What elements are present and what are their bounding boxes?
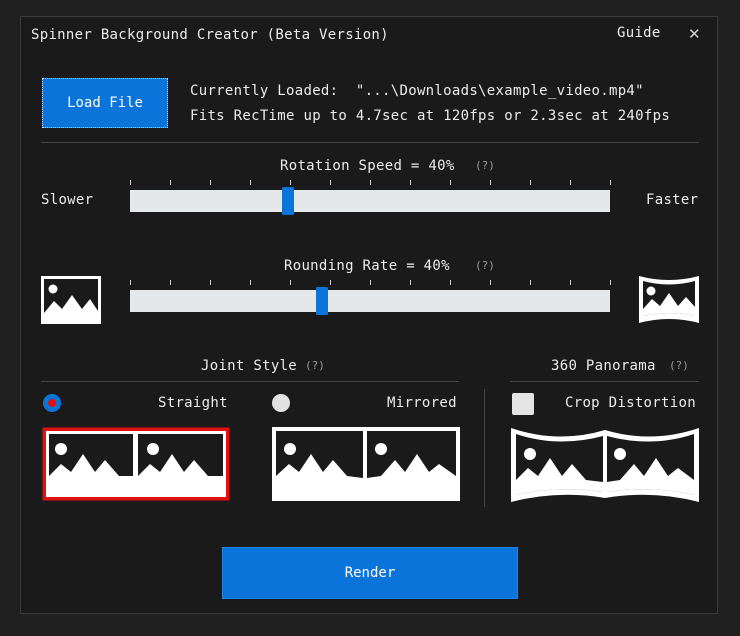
rounding-help-icon[interactable]: (?) [475,259,495,272]
currently-loaded-text: Currently Loaded: "...\Downloads\example… [190,83,644,99]
mirrored-joint-preview[interactable] [271,426,461,502]
slider-tick [210,180,211,185]
panorama-preview [511,428,699,502]
dialog-window: Spinner Background Creator (Beta Version… [20,16,718,614]
rectime-info-text: Fits RecTime up to 4.7sec at 120fps or 2… [190,108,671,124]
slider-tick [410,280,411,285]
slider-tick [170,180,171,185]
slider-tick [450,280,451,285]
slider-tick [250,280,251,285]
slider-tick [370,180,371,185]
straight-joint-preview[interactable] [41,426,231,502]
slider-tick [530,280,531,285]
panorama-help-icon[interactable]: (?) [669,359,689,372]
curved-image-icon [639,276,699,323]
slider-tick [130,180,131,185]
slider-tick [570,280,571,285]
rounding-slider-thumb[interactable] [316,287,328,315]
section-separator [484,389,485,507]
straight-label: Straight [158,395,228,411]
mirrored-label: Mirrored [387,395,457,411]
rounding-rate-label: Rounding Rate = 40% [284,258,450,274]
joint-divider [41,381,459,382]
joint-style-help-icon[interactable]: (?) [305,359,325,372]
flat-image-icon [41,276,101,324]
render-button[interactable]: Render [222,547,518,599]
slider-tick [610,280,611,285]
slower-label: Slower [41,192,94,208]
slider-tick [290,180,291,185]
slider-tick [490,180,491,185]
faster-label: Faster [646,192,699,208]
slider-tick [410,180,411,185]
slider-tick [570,180,571,185]
slider-tick [330,180,331,185]
slider-tick [130,280,131,285]
slider-tick [370,280,371,285]
slider-tick [530,180,531,185]
rotation-speed-slider[interactable] [130,190,610,212]
slider-tick [250,180,251,185]
rounding-rate-slider[interactable] [130,290,610,312]
straight-radio[interactable] [43,394,61,412]
joint-style-heading: Joint Style [201,358,298,374]
slider-tick [490,280,491,285]
rotation-help-icon[interactable]: (?) [475,159,495,172]
crop-distortion-checkbox[interactable] [512,393,534,415]
window-title: Spinner Background Creator (Beta Version… [31,27,389,43]
rotation-slider-thumb[interactable] [282,187,295,215]
divider [41,142,699,143]
panorama-heading: 360 Panorama [551,358,656,374]
panorama-divider [510,381,699,382]
mirrored-radio[interactable] [272,394,290,412]
slider-tick [610,180,611,185]
slider-tick [330,280,331,285]
slider-tick [170,280,171,285]
slider-tick [290,280,291,285]
rotation-speed-label: Rotation Speed = 40% [280,158,455,174]
load-file-button[interactable]: Load File [42,78,168,128]
crop-distortion-label: Crop Distortion [565,395,696,411]
close-icon[interactable]: ✕ [688,25,701,43]
slider-tick [450,180,451,185]
slider-tick [210,280,211,285]
guide-button[interactable]: Guide [617,25,661,41]
